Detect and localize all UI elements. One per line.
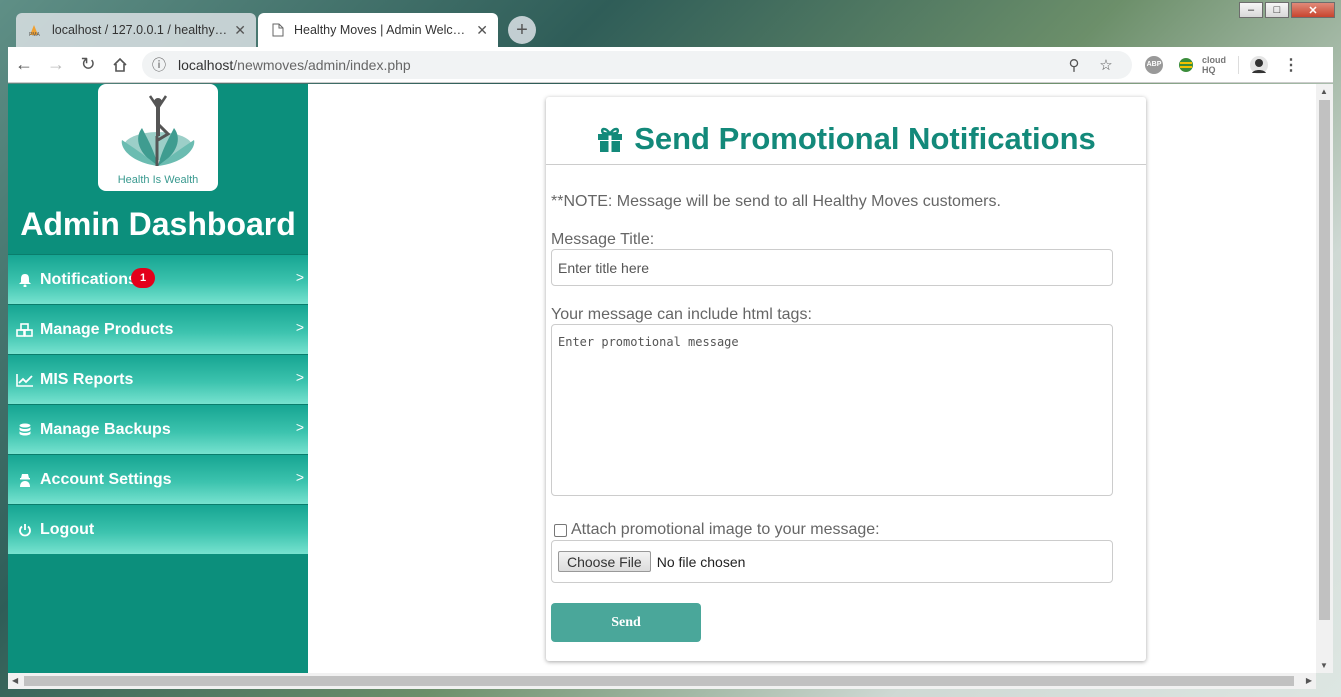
new-tab-button[interactable]: + (508, 16, 536, 44)
notification-badge: 1 (131, 268, 155, 288)
message-body-input[interactable] (551, 324, 1113, 496)
yoga-lotus-icon (121, 95, 195, 166)
avatar[interactable] (1243, 53, 1275, 77)
file-status-text: No file chosen (656, 553, 746, 570)
close-icon[interactable]: ✕ (476, 22, 488, 39)
bell-icon (16, 273, 34, 287)
scroll-up-icon[interactable]: ▲ (1320, 87, 1328, 96)
choose-file-button[interactable]: Choose File (558, 551, 651, 572)
tab-title: localhost / 127.0.0.1 / healthymoves (52, 23, 228, 37)
message-body-label: Your message can include html tags: (551, 306, 812, 323)
sidebar-item-manage-products[interactable]: Manage Products > (8, 304, 308, 354)
gift-icon (596, 126, 624, 152)
browser-toolbar: ← → ↻ ⓘ localhost/newmoves/admin/index.p… (8, 47, 1333, 83)
scroll-right-icon[interactable]: ▶ (1306, 676, 1312, 685)
note-text: **NOTE: Message will be send to all Heal… (551, 193, 1001, 210)
extensions-area: ABP cloud HQ ⋮ (1138, 53, 1307, 77)
menu-icon[interactable]: ⋮ (1275, 53, 1307, 77)
logo: Health Is Wealth (98, 84, 218, 191)
key-icon[interactable]: ⚲ (1058, 56, 1090, 74)
info-icon[interactable]: ⓘ (152, 55, 172, 75)
sidebar-item-notifications[interactable]: Notifications 1 > (8, 254, 308, 304)
sidebar-item-logout[interactable]: Logout (8, 504, 308, 554)
chevron-right-icon: > (295, 469, 304, 485)
horizontal-scroll-thumb[interactable] (24, 676, 1294, 686)
sidebar-item-mis-reports[interactable]: MIS Reports > (8, 354, 308, 404)
promo-notification-card: Send Promotional Notifications **NOTE: M… (546, 97, 1146, 661)
user-secret-icon (16, 473, 34, 487)
scroll-down-icon[interactable]: ▼ (1320, 661, 1328, 670)
page-title: Send Promotional Notifications (546, 97, 1146, 165)
forward-button[interactable]: → (40, 49, 72, 81)
attach-image-label: Attach promotional image to your message… (571, 521, 880, 538)
globe-extension-icon[interactable] (1170, 53, 1202, 77)
sidebar: Health Is Wealth Admin Dashboard Notific… (8, 84, 308, 673)
address-bar[interactable]: ⓘ localhost/newmoves/admin/index.php ⚲ ☆ (142, 50, 1132, 79)
sidebar-item-label: Logout (40, 520, 95, 538)
chevron-right-icon: > (295, 419, 304, 435)
url-text: localhost/newmoves/admin/index.php (178, 56, 411, 73)
tab-strip: PMA localhost / 127.0.0.1 / healthymoves… (16, 12, 536, 47)
line-chart-icon (16, 373, 34, 387)
scroll-left-icon[interactable]: ◀ (12, 676, 18, 685)
dashboard-title: Admin Dashboard (20, 206, 296, 242)
sidebar-item-label: MIS Reports (40, 370, 134, 388)
database-icon (16, 423, 34, 437)
cubes-icon (16, 322, 34, 337)
chevron-right-icon: > (295, 269, 304, 285)
sidebar-item-manage-backups[interactable]: Manage Backups > (8, 404, 308, 454)
sidebar-item-label: Manage Products (40, 320, 174, 338)
adblock-icon[interactable]: ABP (1138, 53, 1170, 77)
cloudhq-icon[interactable]: cloud HQ (1202, 53, 1234, 77)
home-icon (113, 57, 127, 72)
horizontal-scrollbar[interactable]: ◀ ▶ (8, 673, 1316, 689)
window-controls: – □ ✕ (1237, 2, 1335, 18)
close-window-button[interactable]: ✕ (1291, 2, 1335, 18)
toolbar-divider (1238, 55, 1239, 74)
message-title-label: Message Title: (551, 231, 655, 248)
sidebar-item-label: Notifications (40, 270, 137, 288)
sidebar-item-label: Manage Backups (40, 420, 171, 438)
vertical-scroll-thumb[interactable] (1319, 100, 1330, 620)
page-icon (270, 22, 286, 38)
tab-title: Healthy Moves | Admin Welcome (294, 23, 471, 37)
back-button[interactable]: ← (8, 49, 40, 81)
vertical-scrollbar[interactable]: ▲ ▼ (1316, 84, 1333, 673)
attach-image-checkbox[interactable] (554, 523, 567, 537)
page-viewport: Health Is Wealth Admin Dashboard Notific… (8, 84, 1333, 673)
sidebar-item-account-settings[interactable]: Account Settings > (8, 454, 308, 504)
svg-text:PMA: PMA (29, 32, 41, 37)
maximize-button[interactable]: □ (1265, 2, 1289, 18)
send-button[interactable]: Send (551, 603, 701, 642)
sidebar-menu: Notifications 1 > Manage Products > MIS … (8, 254, 308, 554)
tab-phpmyadmin[interactable]: PMA localhost / 127.0.0.1 / healthymoves… (16, 13, 256, 47)
minimize-button[interactable]: – (1239, 2, 1263, 18)
attach-image-row: Attach promotional image to your message… (554, 521, 880, 539)
page-title-text: Send Promotional Notifications (634, 120, 1096, 156)
chevron-right-icon: > (295, 319, 304, 335)
phpmyadmin-icon: PMA (28, 22, 44, 38)
chevron-right-icon: > (295, 369, 304, 385)
close-icon[interactable]: ✕ (234, 22, 246, 39)
home-button[interactable] (104, 49, 136, 81)
star-icon[interactable]: ☆ (1090, 56, 1122, 74)
power-icon (16, 523, 34, 537)
sidebar-item-label: Account Settings (40, 470, 172, 488)
message-title-input[interactable] (551, 249, 1113, 286)
file-input: Choose File No file chosen (551, 540, 1113, 583)
tab-admin-welcome[interactable]: Healthy Moves | Admin Welcome ✕ (258, 13, 498, 47)
reload-button[interactable]: ↻ (72, 49, 104, 81)
logo-caption: Health Is Wealth (117, 174, 199, 186)
